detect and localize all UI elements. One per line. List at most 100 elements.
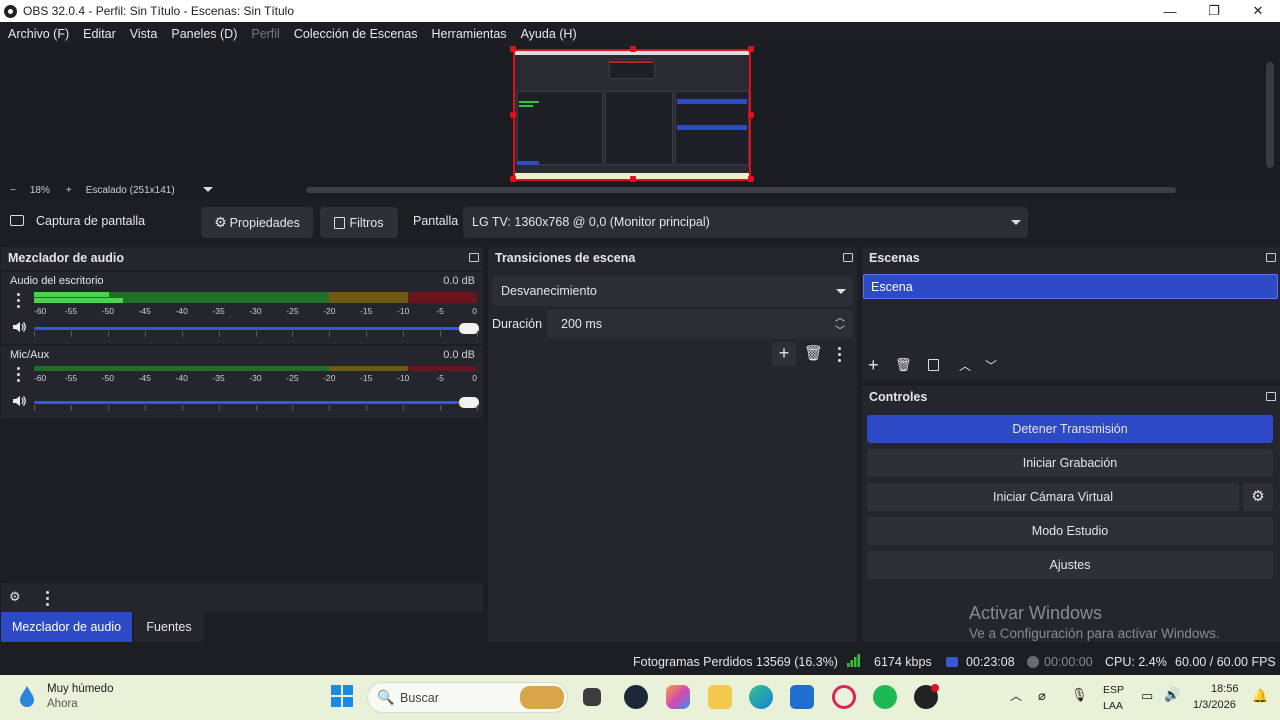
filter-icon[interactable] xyxy=(928,359,939,371)
meter-tick-label: -15 xyxy=(360,373,373,383)
undock-icon[interactable] xyxy=(1266,253,1276,262)
meter-tick-label: -55 xyxy=(64,306,78,316)
menu-view[interactable]: Vista xyxy=(123,27,165,41)
speaker-icon[interactable] xyxy=(12,321,26,333)
scene-item[interactable]: Escena xyxy=(863,274,1278,299)
meter-tick-label: -25 xyxy=(286,373,299,383)
menu-profile[interactable]: Perfil xyxy=(244,27,286,41)
speaker-icon[interactable]: 🔊 xyxy=(1164,687,1180,703)
language-primary[interactable]: ESP xyxy=(1103,684,1124,696)
preview-vertical-scrollbar[interactable] xyxy=(1266,62,1274,168)
display-icon[interactable]: ▭ xyxy=(1141,688,1153,704)
language-secondary[interactable]: LAA xyxy=(1103,700,1123,712)
start-recording-button[interactable]: Iniciar Grabación xyxy=(867,449,1273,477)
volume-slider[interactable] xyxy=(34,323,479,334)
chevron-down-icon[interactable]: ﹀ xyxy=(985,357,997,374)
stop-streaming-button[interactable]: Detener Transmisión xyxy=(867,415,1273,443)
chevron-up-icon[interactable]: ︿ xyxy=(959,357,971,374)
volume-slider[interactable] xyxy=(34,397,479,408)
controls-title: Controles xyxy=(869,390,928,404)
properties-button[interactable]: ⚙ Propiedades xyxy=(201,207,313,238)
menu-docks[interactable]: Paneles (D) xyxy=(164,27,244,41)
mixer-footer: ⚙ xyxy=(1,583,483,612)
menu-file[interactable]: Archivo (F) xyxy=(1,27,76,41)
transitions-header: Transiciones de escena xyxy=(488,247,857,270)
microphone-icon[interactable]: 🎙 xyxy=(1071,687,1088,703)
zoom-in-button[interactable]: + xyxy=(66,185,72,196)
mixer-menu-icon[interactable] xyxy=(46,591,50,606)
clock-time[interactable]: 18:56 xyxy=(1211,683,1239,695)
menu-tools[interactable]: Herramientas xyxy=(425,27,514,41)
undock-icon[interactable] xyxy=(469,253,479,262)
settings-button[interactable]: Ajustes xyxy=(867,551,1273,579)
advanced-audio-icon[interactable]: ⚙ xyxy=(9,589,21,605)
opera-icon[interactable] xyxy=(832,685,856,709)
close-button[interactable]: ✕ xyxy=(1236,0,1280,22)
channel-db: 0.0 dB xyxy=(443,349,475,361)
undock-icon[interactable] xyxy=(843,253,853,262)
notifications-icon[interactable]: 🔔 xyxy=(1252,688,1268,704)
weather-condition[interactable]: Muy húmedo xyxy=(47,683,113,695)
meter-tick-label: -25 xyxy=(286,306,299,316)
spotify-icon[interactable] xyxy=(873,685,897,709)
tab-sources[interactable]: Fuentes xyxy=(134,612,204,642)
scene-transitions-dock: Transiciones de escena Desvanecimiento D… xyxy=(488,247,857,642)
chevron-down-icon xyxy=(836,289,846,294)
search-placeholder: Buscar xyxy=(400,691,439,705)
duration-spinbox[interactable]: 200 ms ︿ ﹀ xyxy=(547,309,853,339)
copilot-icon[interactable] xyxy=(666,685,690,709)
undock-icon[interactable] xyxy=(1266,392,1276,401)
zoom-dropdown-icon[interactable] xyxy=(203,187,213,192)
weather-time: Ahora xyxy=(47,698,78,710)
volume-meter xyxy=(34,366,477,371)
studio-mode-button[interactable]: Modo Estudio xyxy=(867,517,1273,545)
chevron-down-icon xyxy=(1011,220,1021,225)
menu-scene-collection[interactable]: Colección de Escenas xyxy=(287,27,425,41)
virtual-camera-settings-button[interactable]: ⚙ xyxy=(1243,483,1273,511)
store-icon[interactable] xyxy=(790,685,814,709)
chevron-down-icon[interactable]: ﹀ xyxy=(835,322,845,337)
steam-icon[interactable] xyxy=(624,685,648,709)
add-transition-button[interactable]: + xyxy=(772,342,796,366)
obs-logo-icon xyxy=(4,4,17,18)
meter-tick-label: -50 xyxy=(101,373,114,383)
channel-menu-icon[interactable] xyxy=(17,293,21,309)
task-view-icon[interactable] xyxy=(583,688,601,706)
menu-edit[interactable]: Editar xyxy=(76,27,123,41)
transition-menu-icon[interactable] xyxy=(838,347,842,362)
clock-date[interactable]: 1/3/2026 xyxy=(1193,699,1236,711)
meter-tick-label: -40 xyxy=(175,373,188,383)
audio-mixer-title: Mezclador de audio xyxy=(8,251,124,265)
filters-button[interactable]: Filtros xyxy=(320,207,398,238)
start-virtual-camera-button[interactable]: Iniciar Cámara Virtual xyxy=(867,483,1239,511)
preview-source-frame[interactable] xyxy=(513,49,751,181)
weather-icon[interactable] xyxy=(16,684,36,708)
add-scene-icon[interactable]: + xyxy=(868,355,879,376)
edge-icon[interactable] xyxy=(749,685,773,709)
meter-tick-label: -20 xyxy=(323,373,336,383)
trash-icon[interactable]: 🗑 xyxy=(804,344,823,362)
minimize-button[interactable]: — xyxy=(1148,0,1192,22)
controls-header: Controles xyxy=(862,386,1280,409)
transition-select[interactable]: Desvanecimiento xyxy=(492,276,853,306)
preview-horizontal-scrollbar[interactable] xyxy=(306,187,1176,193)
menu-help[interactable]: Ayuda (H) xyxy=(514,27,584,41)
network-off-icon[interactable]: ⌀ xyxy=(1038,688,1046,704)
trash-icon[interactable]: 🗑 xyxy=(895,357,912,373)
status-bar: Fotogramas Perdidos 13569 (16.3%) 6174 k… xyxy=(0,648,1280,675)
signal-icon xyxy=(847,654,861,670)
zoom-out-button[interactable]: − xyxy=(10,185,16,196)
display-select[interactable]: LG TV: 1360x768 @ 0,0 (Monitor principal… xyxy=(463,207,1028,238)
channel-menu-icon[interactable] xyxy=(17,367,21,383)
channel-db: 0.0 dB xyxy=(443,275,475,287)
file-explorer-icon[interactable] xyxy=(708,685,732,709)
speaker-icon[interactable] xyxy=(12,395,26,407)
maximize-button[interactable]: ❐ xyxy=(1192,0,1236,22)
tab-audio-mixer[interactable]: Mezclador de audio xyxy=(1,612,132,642)
taskbar-search-box[interactable]: 🔍 Buscar xyxy=(367,682,568,713)
chevron-up-icon[interactable]: ︿ xyxy=(1010,687,1022,704)
audio-mixer-dock: Mezclador de audio Audio del escritorio … xyxy=(1,247,483,612)
channel-name: Audio del escritorio xyxy=(10,275,104,287)
preview-area[interactable] xyxy=(0,46,1280,182)
windows-start-icon[interactable] xyxy=(331,685,355,709)
